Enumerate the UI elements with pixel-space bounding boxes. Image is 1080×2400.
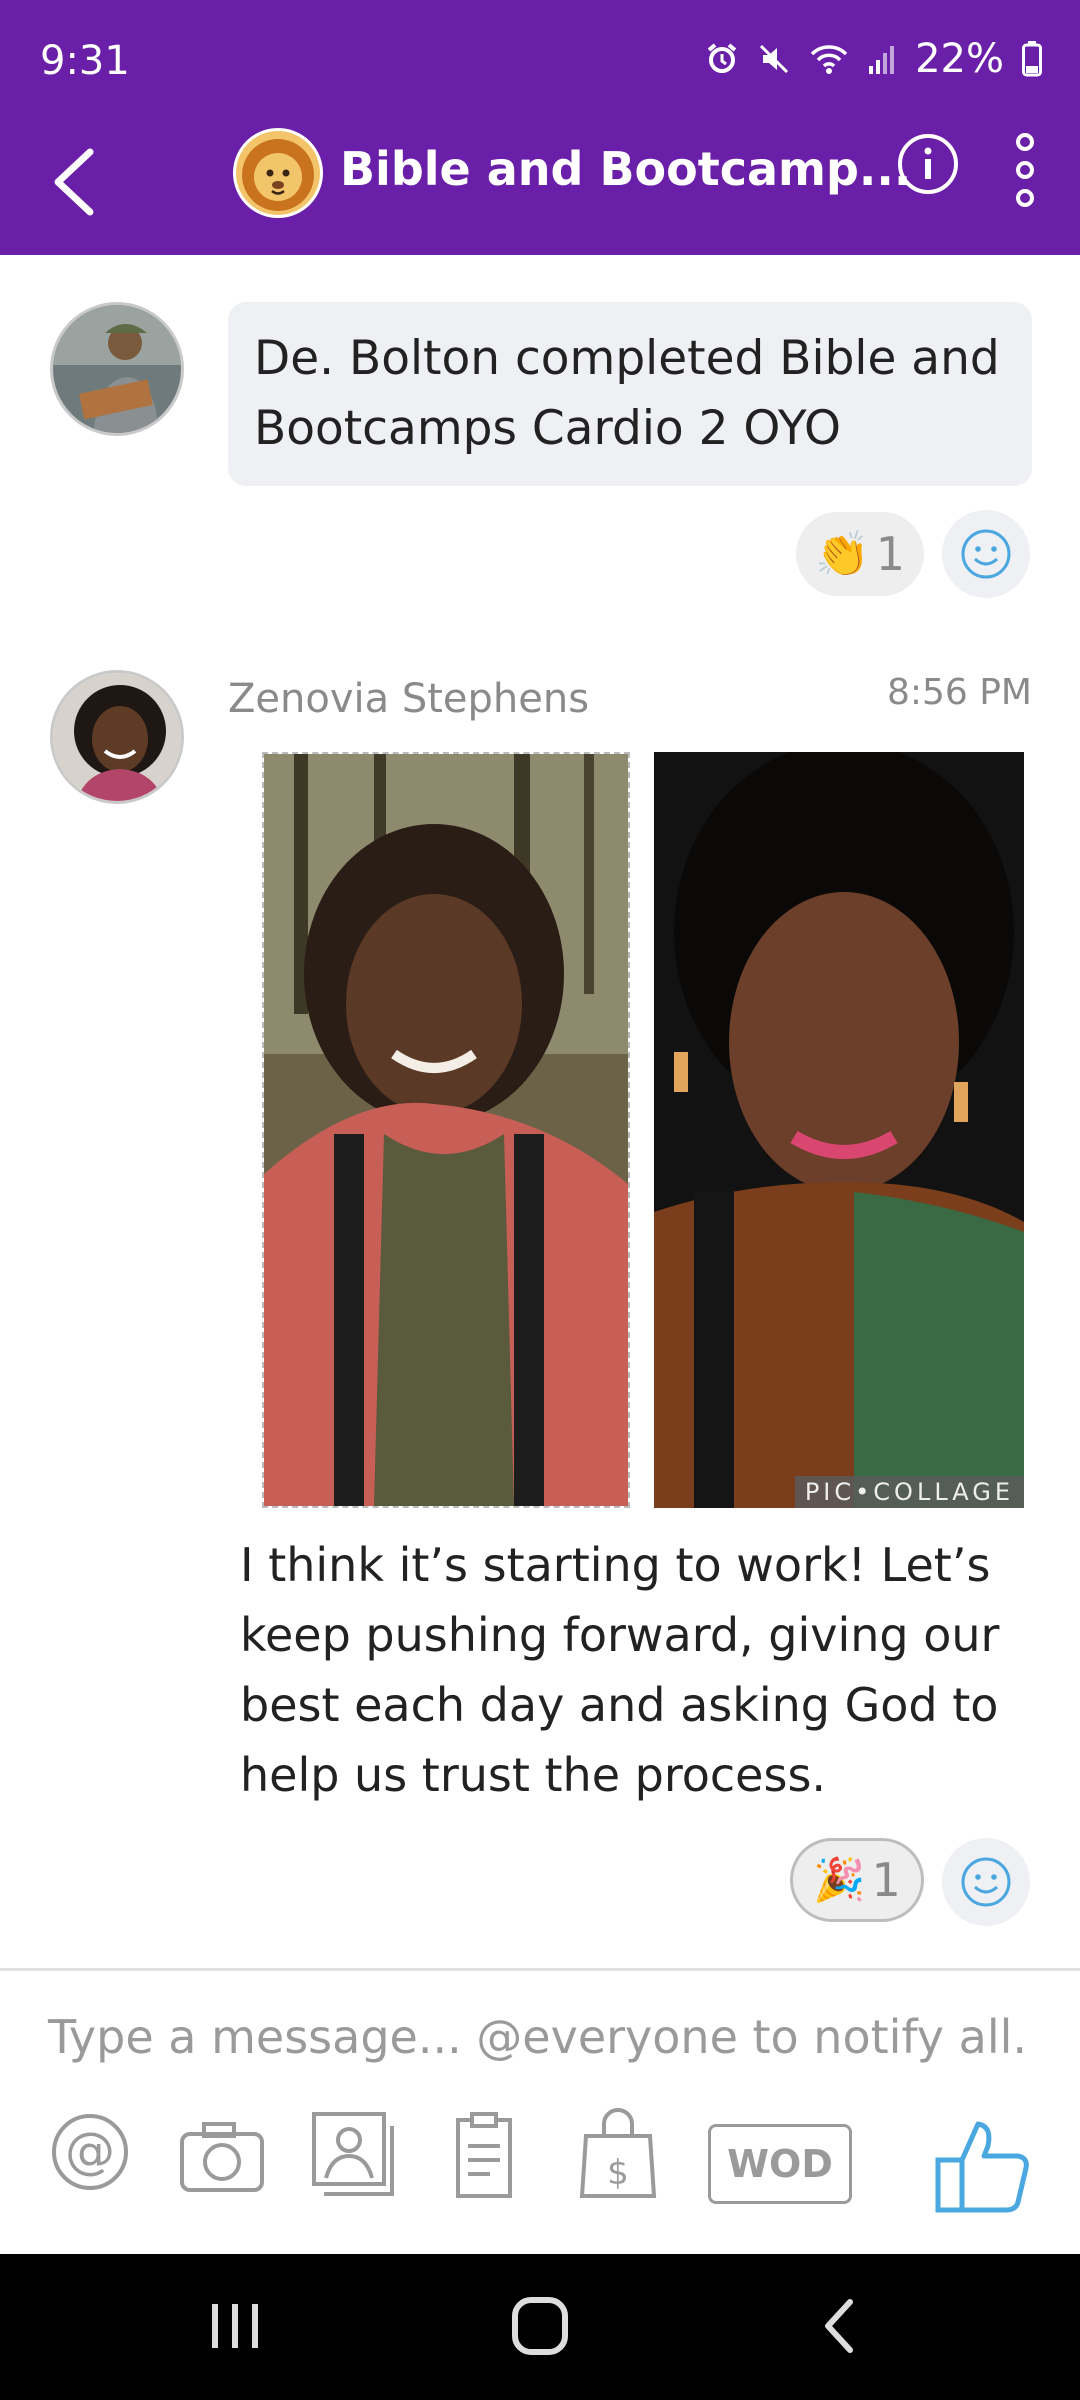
photo-gallery-icon[interactable] [310,2110,396,2200]
recent-apps-icon[interactable] [200,2294,270,2358]
pic-collage-watermark: PIC•COLLAGE [794,1476,1024,1508]
photo-right: PIC•COLLAGE [654,752,1024,1508]
thumbs-up-icon[interactable] [932,2116,1032,2216]
author-name[interactable]: Zenovia Stephens [228,676,589,722]
chat-header: Bible and Bootcamp... [0,120,1080,255]
signal-icon [869,46,895,74]
avatar[interactable] [50,302,184,436]
lion-icon [242,139,314,211]
document-icon[interactable] [452,2110,516,2200]
camera-icon[interactable] [178,2118,266,2194]
alarm-icon [707,43,737,73]
party-popper-icon: 🎉 [813,1855,866,1904]
group-avatar[interactable] [233,128,323,218]
wifi-icon [810,45,848,74]
info-icon[interactable] [896,132,960,196]
mute-icon [760,44,789,74]
group-title[interactable]: Bible and Bootcamp... [340,142,911,196]
svg-text:@: @ [65,2122,115,2180]
user-photo [53,305,181,433]
user-photo [53,673,181,801]
add-reaction-button[interactable] [942,510,1030,598]
message-text: I think it’s starting to work! Let’s kee… [240,1538,1000,1802]
message-time: 8:56 PM [886,672,1032,713]
avatar[interactable] [50,670,184,804]
svg-text:$: $ [607,2153,629,2193]
reaction-count: 1 [871,1853,901,1907]
reaction-chip[interactable]: 👏 1 [796,512,924,596]
smiley-icon [961,529,1011,579]
selfie-photo [264,754,628,1506]
reaction-chip[interactable]: 🎉 1 [790,1838,924,1922]
message-input[interactable]: Type a message... @everyone to notify al… [48,2010,1027,2064]
back-nav-icon[interactable] [810,2294,870,2358]
shop-bag-icon[interactable]: $ [578,2106,658,2200]
mention-icon[interactable]: @ [48,2110,132,2194]
battery-percent: 22% [915,36,1004,82]
clapping-hands-icon: 👏 [814,529,870,580]
battery-icon [1022,41,1042,77]
more-options-icon[interactable] [1005,130,1045,210]
status-icons: 22% [705,36,1042,82]
home-icon[interactable] [505,2294,575,2358]
photo-left [262,752,630,1508]
smiley-icon [961,1857,1011,1907]
wod-button[interactable]: WOD [708,2124,852,2204]
status-bar: 9:31 22% [0,0,1080,120]
photo-collage[interactable]: PIC•COLLAGE [262,752,1024,1512]
activity-message: De. Bolton completed Bible and Bootcamps… [228,302,1032,486]
selfie-photo [654,752,1024,1508]
reaction-count: 1 [875,527,906,581]
system-nav-bar [0,2254,1080,2400]
status-time: 9:31 [40,38,130,84]
add-reaction-button[interactable] [942,1838,1030,1926]
back-button[interactable] [40,132,110,232]
composer-divider [0,1968,1080,1971]
